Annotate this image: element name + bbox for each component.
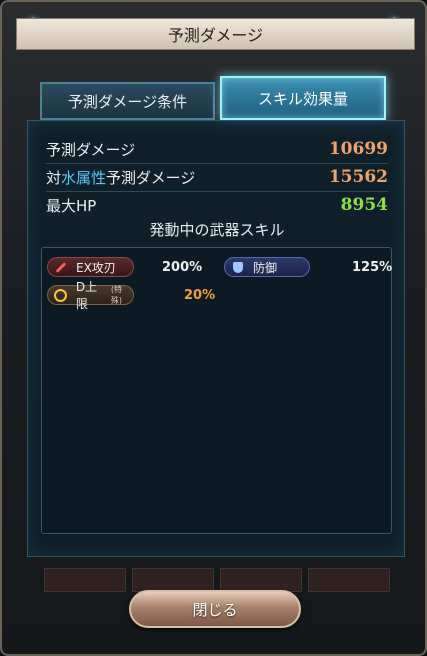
stat-label: 最大HP [46,196,97,215]
skill-sublabel: (特殊) [110,285,123,305]
skill-badge-damage-cap: D上限 (特殊) [47,280,134,311]
tab-label: スキル効果量 [257,89,348,108]
weapon-skills-title: 発動中の武器スキル [149,221,285,239]
skill-value: 125% [352,260,393,275]
background-button [132,568,214,592]
dialog-title-bar: 予測ダメージ [16,18,415,50]
background-button [308,568,390,592]
skill-label: EX攻刃 [76,260,116,275]
stat-value: 10699 [328,139,388,159]
skill-value: 200% [162,260,203,275]
close-label: 閉じる [192,600,238,619]
dialog-title: 予測ダメージ [167,26,264,45]
tab-label: 予測ダメージ条件 [67,92,188,111]
shield-icon [231,260,245,274]
tab-damage-conditions[interactable]: 予測ダメージ条件 [40,82,215,120]
ring-icon [54,288,68,302]
stat-row-element-damage: 対水属性予測ダメージ 15562 [46,163,388,192]
sword-icon [54,260,68,274]
stat-row-max-hp: 最大HP 8954 [46,191,388,219]
stat-label-prefix: 対 [46,168,62,187]
dialog-frame: 予測ダメージ 予測ダメージ条件 スキル効果量 予測ダメージ 10699 対水属性… [0,0,427,656]
stat-value: 15562 [328,167,388,187]
background-button [44,568,126,592]
element-label: 水属性 [61,168,107,187]
stat-label: 対水属性予測ダメージ [46,167,195,188]
weapon-skills-list: EX攻刃 200% 防御 125% D上限 (特殊) 20% [41,247,392,534]
background-button [220,568,302,592]
skill-badge-defense: 防御 [224,257,310,277]
close-button[interactable]: 閉じる [129,590,301,628]
skill-badge-ex-attack: EX攻刃 [47,257,134,277]
tab-skill-effect[interactable]: スキル効果量 [220,76,386,120]
skill-effect-panel: 予測ダメージ 10699 対水属性予測ダメージ 15562 最大HP 8954 … [27,120,405,557]
skill-label: D上限 [75,280,98,311]
skill-label: 防御 [253,260,278,275]
stat-value: 8954 [340,195,388,215]
stat-row-predicted-damage: 予測ダメージ 10699 [46,135,388,164]
stat-label-suffix: 予測ダメージ [106,168,196,187]
skill-value: 20% [184,288,216,303]
stat-label: 予測ダメージ [46,140,136,159]
